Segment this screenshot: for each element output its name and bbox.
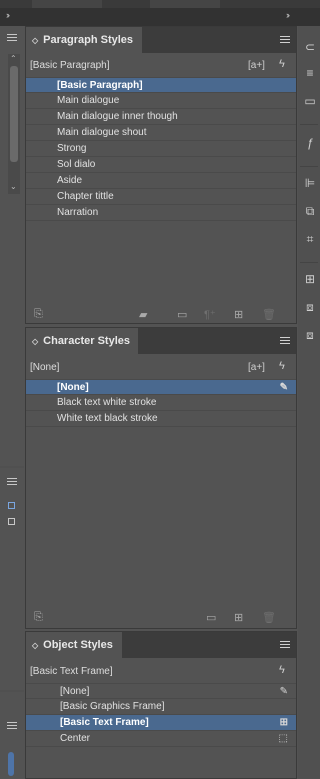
panel-menu-icon[interactable] — [7, 34, 17, 42]
list-item[interactable]: Main dialogue inner though — [26, 109, 296, 125]
collapse-toggle-icon[interactable]: ◇ — [32, 641, 38, 650]
delete-icon[interactable]: 🗑 — [262, 611, 276, 624]
create-style-icon[interactable]: [a+] — [247, 361, 266, 374]
folder-import-icon[interactable]: ▰ — [139, 308, 147, 321]
tab-label: Character Styles — [43, 335, 130, 347]
no-edit-icon: ✎ — [279, 382, 288, 393]
function-icon[interactable]: ƒ — [302, 136, 318, 150]
paragraph-style-list: [Basic Paragraph] Main dialogue Main dia… — [26, 77, 296, 221]
tab-label: Paragraph Styles — [43, 34, 134, 46]
tab-label: Object Styles — [43, 639, 113, 651]
list-item[interactable]: Sol dialo — [26, 157, 296, 173]
current-style-label: [Basic Text Frame] — [30, 666, 113, 677]
tab-paragraph-styles[interactable]: ◇ Paragraph Styles — [26, 27, 142, 53]
panel-menu-icon[interactable] — [280, 36, 290, 44]
list-item[interactable]: Chapter tittle — [26, 189, 296, 205]
list-item[interactable]: [Basic Text Frame] ⊞ — [26, 715, 296, 731]
separator — [300, 166, 318, 167]
separator — [300, 124, 318, 125]
title-strip — [0, 0, 320, 8]
no-edit-icon: ✎ — [279, 686, 288, 697]
fill-swatch-icon[interactable] — [8, 502, 15, 509]
scroll-down-icon[interactable]: ⌄ — [10, 182, 17, 191]
new-style-icon[interactable]: ⊞ — [234, 611, 243, 624]
cell-styles-icon[interactable]: ⧈ — [302, 328, 318, 343]
frame-default-icon: ⬚ — [278, 733, 288, 744]
list-item[interactable]: Narration — [26, 205, 296, 221]
list-item[interactable]: [None] ✎ — [26, 683, 296, 699]
list-item[interactable]: White text black stroke — [26, 411, 296, 427]
quick-apply-icon[interactable]: ϟ — [279, 58, 285, 70]
current-style-label: [None] — [30, 362, 60, 373]
tab-bar: ◇ Character Styles — [26, 328, 296, 354]
layers-icon[interactable]: ≡ — [302, 66, 318, 80]
panel-menu-icon[interactable] — [280, 641, 290, 649]
character-styles-panel: ◇ Character Styles [None] [a+] ϟ [None] … — [25, 327, 297, 629]
list-item[interactable]: Black text white stroke — [26, 395, 296, 411]
tab-character-styles[interactable]: ◇ Character Styles — [26, 328, 138, 354]
scrollbar-thumb[interactable] — [8, 752, 14, 776]
dock-header: ›› ›› — [0, 8, 320, 26]
load-styles-icon[interactable]: ⎘ — [34, 611, 43, 624]
expand-left-icon[interactable]: ›› — [6, 10, 10, 20]
list-item[interactable]: Main dialogue — [26, 93, 296, 109]
right-dock-column: ⊂ ≡ ▭ ƒ ⊫ ⧉ ⌗ ⊞ ⧈ ⧈ — [298, 26, 320, 779]
pathfinder-icon[interactable]: ⧉ — [302, 204, 318, 219]
collapse-toggle-icon[interactable]: ◇ — [32, 337, 38, 346]
strip-segment — [32, 0, 102, 8]
stroke-swatch-icon[interactable] — [8, 518, 15, 525]
current-style-label: [Basic Paragraph] — [30, 60, 110, 71]
pages-icon[interactable]: ▭ — [302, 94, 318, 108]
create-style-icon[interactable]: [a+] — [247, 59, 266, 72]
delete-icon[interactable]: 🗑 — [262, 308, 276, 321]
transform-icon[interactable]: ⌗ — [302, 232, 318, 247]
scrollbar-thumb[interactable] — [10, 66, 18, 162]
strip-segment — [150, 0, 220, 8]
character-style-list: [None] ✎ Black text white stroke White t… — [26, 379, 296, 427]
object-style-list: [None] ✎ [Basic Graphics Frame] [Basic T… — [26, 683, 296, 747]
left-collapsed-panel: ⌃ ⌄ — [0, 26, 24, 466]
clear-overrides-icon[interactable]: ¶⁺ — [204, 308, 216, 321]
list-item[interactable]: Main dialogue shout — [26, 125, 296, 141]
load-styles-icon[interactable]: ⎘ — [34, 308, 43, 321]
links-icon[interactable]: ⊂ — [302, 40, 318, 54]
object-styles-panel: ◇ Object Styles [Basic Text Frame] ϟ [No… — [25, 631, 297, 779]
text-frame-default-icon: ⊞ — [279, 717, 288, 728]
quick-apply-icon[interactable]: ϟ — [279, 360, 285, 372]
list-item[interactable]: Aside — [26, 173, 296, 189]
new-group-icon[interactable]: ▭ — [206, 611, 216, 624]
new-group-icon[interactable]: ▭ — [177, 308, 187, 321]
list-item[interactable]: [Basic Paragraph] — [26, 77, 296, 93]
align-icon[interactable]: ⊫ — [302, 176, 318, 190]
list-item[interactable]: Center ⬚ — [26, 731, 296, 747]
left-collapsed-panel — [0, 692, 24, 779]
tab-bar: ◇ Object Styles — [26, 632, 296, 658]
list-item[interactable]: Strong — [26, 141, 296, 157]
list-item[interactable]: [Basic Graphics Frame] — [26, 699, 296, 715]
scroll-up-icon[interactable]: ⌃ — [10, 54, 17, 63]
panel-menu-icon[interactable] — [7, 722, 17, 730]
table-icon[interactable]: ⊞ — [302, 272, 318, 286]
left-collapsed-panel — [0, 468, 24, 690]
panel-menu-icon[interactable] — [280, 337, 290, 345]
panel-footer: ⎘ ▰ ▭ ¶⁺ ⊞ 🗑 — [26, 303, 296, 325]
new-style-icon[interactable]: ⊞ — [234, 308, 243, 321]
separator — [300, 262, 318, 263]
paragraph-styles-panel: ◇ Paragraph Styles [Basic Paragraph] [a+… — [25, 26, 297, 324]
table-styles-icon[interactable]: ⧈ — [302, 300, 318, 315]
panel-menu-icon[interactable] — [7, 478, 17, 486]
expand-right-icon[interactable]: ›› — [286, 10, 290, 20]
panel-footer: ⎘ ▭ ⊞ 🗑 — [26, 606, 296, 628]
list-item[interactable]: [None] ✎ — [26, 379, 296, 395]
left-dock-column: ⌃ ⌄ — [0, 26, 24, 779]
quick-apply-icon[interactable]: ϟ — [279, 664, 285, 676]
collapse-toggle-icon[interactable]: ◇ — [32, 36, 38, 45]
tab-object-styles[interactable]: ◇ Object Styles — [26, 632, 122, 658]
tab-bar: ◇ Paragraph Styles — [26, 27, 296, 53]
